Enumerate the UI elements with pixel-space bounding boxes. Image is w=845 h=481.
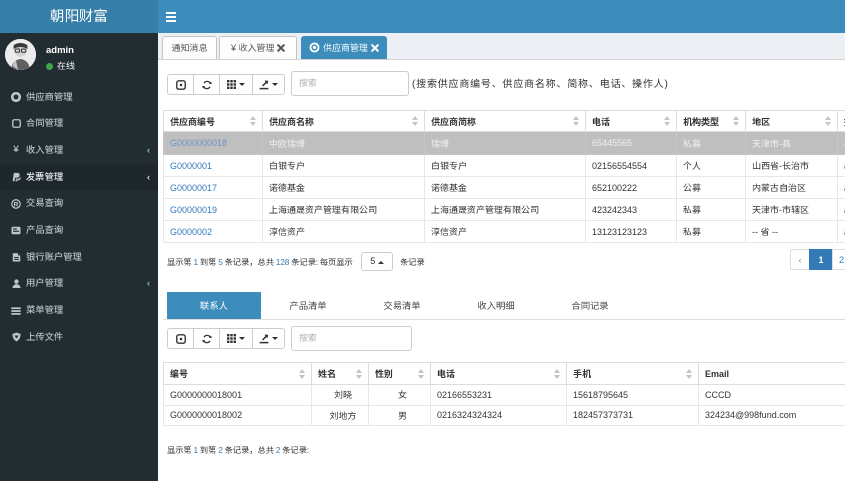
svg-text:R: R — [14, 201, 19, 208]
